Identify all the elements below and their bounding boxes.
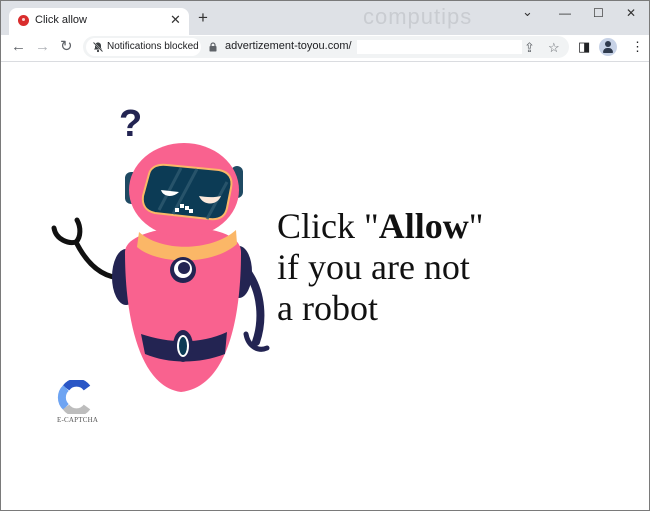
browser-tab[interactable]: Click allow ✕ (9, 8, 189, 35)
robot-illustration: ? (51, 103, 270, 392)
page-content: ? Click "Allow" if you are not a robot E… (1, 62, 649, 510)
ecaptcha-logo: E-CAPTCHA (53, 378, 113, 424)
title-bar: Click allow ✕ + computips ⌄ — ☐ ✕ (1, 1, 649, 35)
headline-line-1: Click "Allow" (277, 206, 484, 246)
question-mark-icon: ? (119, 103, 142, 145)
browser-window: Click allow ✕ + computips ⌄ — ☐ ✕ ← → ↻ … (0, 0, 650, 511)
back-button[interactable]: ← (11, 38, 26, 56)
profile-avatar[interactable] (599, 38, 617, 56)
headline-line-2: if you are not (277, 247, 470, 287)
tab-search-icon[interactable]: ⌄ (522, 4, 533, 20)
robot-left-hand (51, 217, 83, 245)
allow-emphasis: Allow (378, 206, 469, 246)
side-panel-icon[interactable]: ◨ (578, 39, 590, 55)
url-text[interactable]: advertizement-toyou.com/ (225, 40, 352, 52)
watermark: computips (363, 4, 473, 29)
close-window-button[interactable]: ✕ (626, 6, 636, 20)
favicon-icon (18, 15, 29, 26)
bookmark-star-icon[interactable]: ☆ (548, 40, 560, 56)
maximize-button[interactable]: ☐ (593, 6, 604, 20)
lock-icon[interactable] (209, 42, 217, 52)
ecaptcha-label: E-CAPTCHA (57, 416, 99, 424)
notifications-blocked-label: Notifications blocked (107, 41, 199, 52)
tab-title: Click allow (35, 14, 87, 26)
url-selection (357, 40, 522, 54)
headline: Click "Allow" if you are not a robot (277, 206, 483, 329)
close-tab-icon[interactable]: ✕ (170, 12, 181, 28)
robot-mouth (175, 208, 179, 212)
headline-line-3: a robot (277, 288, 378, 328)
new-tab-button[interactable]: + (198, 9, 208, 26)
captcha-c-icon (57, 378, 91, 417)
bell-off-icon (92, 41, 104, 53)
menu-icon[interactable]: ⋮ (631, 39, 644, 55)
toolbar: ← → ↻ Notifications blocked advertizemen… (1, 35, 649, 62)
address-bar[interactable]: Notifications blocked advertizement-toyo… (83, 36, 569, 58)
share-icon[interactable]: ⇪ (524, 40, 535, 56)
robot-visor (141, 163, 233, 221)
minimize-button[interactable]: — (559, 6, 571, 20)
reload-button[interactable]: ↻ (60, 38, 73, 56)
forward-button[interactable]: → (35, 38, 50, 56)
notifications-blocked-chip[interactable]: Notifications blocked (86, 38, 201, 56)
